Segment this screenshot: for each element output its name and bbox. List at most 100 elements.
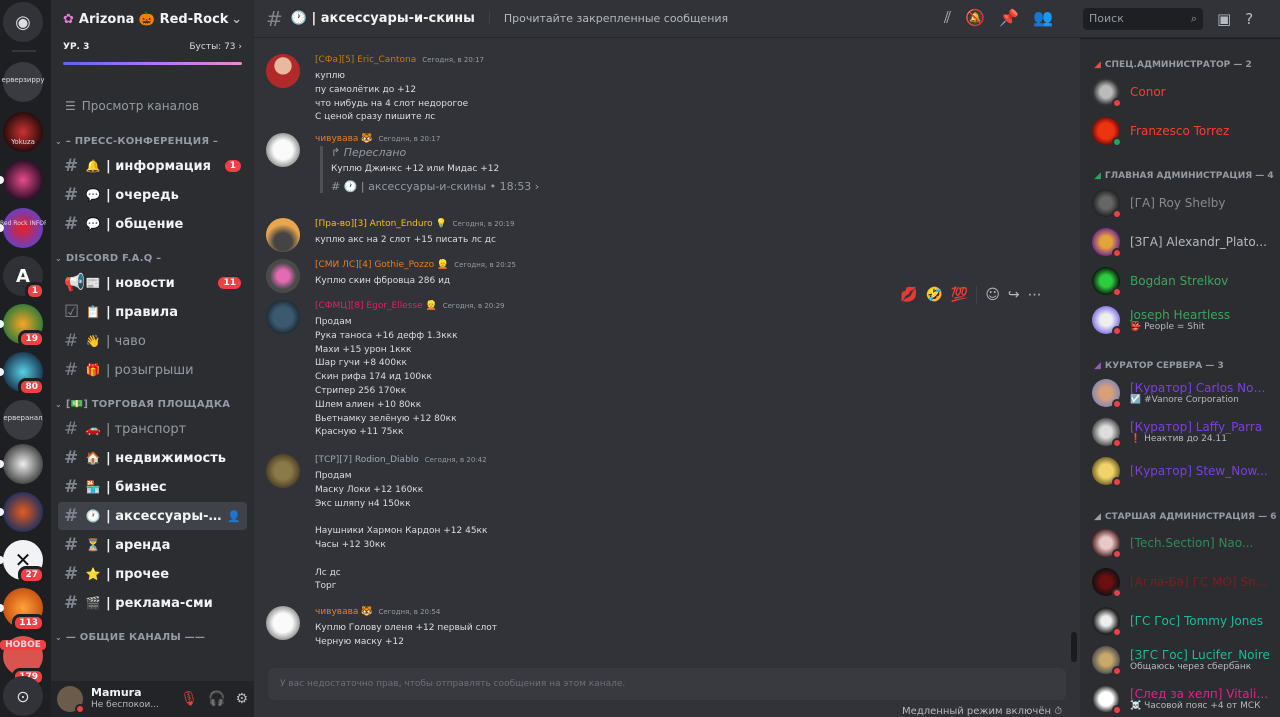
server-icon[interactable]: ерверзирру — [2, 62, 44, 102]
server-icon[interactable]: НОВОЕ179 — [0, 636, 46, 686]
forwarded-message[interactable]: ↱ Переслано Куплю Джинкс +12 или Мидас +… — [320, 146, 550, 193]
scrollbar[interactable] — [1071, 632, 1077, 662]
notification-bell-muted-icon[interactable]: 🔕 — [965, 8, 985, 28]
message-author[interactable]: [ТСР][7] Rodion_Diablo — [315, 455, 419, 465]
member-item[interactable]: [Куратор] Laffy_Parra ❗ Неактив до 24.11 — [1092, 418, 1276, 448]
add-reaction-icon[interactable]: ☺ — [985, 287, 1000, 303]
pin-icon[interactable]: 📌 — [999, 8, 1019, 28]
member-item[interactable]: [ГА] Roy Shelby — [1092, 189, 1276, 219]
category-header[interactable]: ⌄ – ПРЕСС-КОНФЕРЕНЦИЯ – — [51, 127, 254, 152]
mention-badge: 27 — [18, 566, 45, 584]
channel-item[interactable]: 📢 📰 | новости 11 — [58, 269, 247, 297]
member-item[interactable]: Franzesco Torrez — [1092, 117, 1276, 147]
browse-channels[interactable]: ☰ Просмотр каналов — [65, 91, 254, 121]
message-header: [ТСР][7] Rodion_Diablo Сегодня, в 20:42 — [315, 455, 487, 465]
channel-item[interactable]: # 🚗 | транспорт — [58, 415, 247, 443]
mention-badge: 113 — [12, 614, 45, 632]
mute-mic-icon[interactable]: 🎙 — [180, 691, 198, 707]
server-icon[interactable] — [0, 492, 43, 532]
member-item[interactable]: [ГС Гос] Tommy Jones — [1092, 607, 1276, 637]
reaction-button[interactable]: 💯 — [951, 287, 968, 303]
channel-item-active[interactable]: # 🕐 | аксессуары-и-... 👤 — [58, 502, 247, 530]
forward-icon[interactable]: ↪ — [1008, 287, 1020, 303]
channel-topic[interactable]: Прочитайте закрепленные сообщения — [488, 12, 728, 25]
message-author[interactable]: чивувава 🐯 — [315, 607, 373, 617]
invite-user-icon[interactable]: 👤 — [227, 510, 241, 523]
member-item[interactable]: [Агла-Ба] ГС МО] Sn... — [1092, 568, 1276, 598]
more-options-icon[interactable]: ⋯ — [1028, 287, 1042, 303]
member-list-icon[interactable]: 👥 — [1033, 8, 1053, 28]
avatar[interactable] — [266, 454, 300, 488]
discover-button[interactable]: ⊙ — [3, 676, 43, 716]
member-item[interactable]: Joseph Heartless 👺 People = Shit — [1092, 306, 1276, 336]
member-item[interactable]: Bogdan Strelkov — [1092, 267, 1276, 297]
avatar[interactable] — [266, 300, 300, 334]
inbox-icon[interactable]: ▣ — [1217, 10, 1231, 28]
avatar — [1092, 607, 1122, 637]
avatar[interactable] — [57, 686, 85, 714]
search-input[interactable]: Поиск ⌕ — [1083, 7, 1203, 30]
server-icon[interactable]: ✕ 27 — [0, 540, 45, 584]
avatar — [1092, 306, 1122, 336]
avatar[interactable] — [266, 54, 300, 88]
gear-icon[interactable]: ⚙ — [235, 691, 248, 707]
member-item[interactable]: Conor — [1092, 78, 1276, 108]
reaction-button[interactable]: 🤣 — [925, 287, 942, 303]
message-content: Куплю скин фбровца 286 ид — [315, 276, 451, 286]
category-header[interactable]: ⌄ — ОБЩИЕ КАНАЛЫ —— — [51, 623, 254, 648]
hash-icon: # — [64, 419, 79, 439]
message-author[interactable]: чивувава 🐯 — [315, 134, 373, 144]
threads-icon[interactable]: ⫽ — [944, 8, 951, 28]
avatar[interactable] — [266, 133, 300, 167]
avatar[interactable] — [266, 259, 300, 293]
server-icon[interactable] — [0, 444, 43, 484]
channel-item[interactable]: # 🎬 | реклама-сми — [58, 589, 247, 617]
server-icon[interactable]: Red Rock INFORMAL — [0, 208, 46, 248]
channel-item[interactable]: # 👋 | чаво — [58, 327, 247, 355]
member-item[interactable]: [Tech.Section] Nao... — [1092, 529, 1276, 559]
message-author[interactable]: [СФМЦ][8] Egor_Ellesse 👱 — [315, 301, 437, 311]
server-icon[interactable]: A1 — [3, 256, 45, 300]
server-icon[interactable]: 80 — [0, 352, 45, 396]
avatar[interactable] — [266, 606, 300, 640]
member-item[interactable]: [Куратор] Carlos Now... ☑️ #Vanore Corpor… — [1092, 379, 1276, 409]
channel-item[interactable]: # 🏪 | бизнес — [58, 473, 247, 501]
member-item[interactable]: [Куратор] Stew_Now... — [1092, 457, 1276, 487]
channel-item[interactable]: # 💬 | очередь — [58, 181, 247, 209]
home-button[interactable]: ◉ — [3, 2, 43, 42]
server-icon[interactable]: 113 — [0, 588, 45, 632]
channel-item[interactable]: # 🔔 | информация 1 — [58, 152, 247, 180]
dnd-status-icon — [1112, 399, 1122, 409]
forward-source-link[interactable]: # 🕐 | аксессуары-и-скины • 18:53 › — [331, 180, 550, 193]
member-item[interactable]: [ЗГА] Alexandr_Plato... — [1092, 228, 1276, 258]
help-icon[interactable]: ? — [1245, 10, 1253, 28]
channel-item[interactable]: # 💬 | общение — [58, 210, 247, 238]
server-icon[interactable]: Yokuza — [3, 112, 43, 152]
avatar — [1092, 117, 1122, 147]
boost-progress[interactable]: УР. 3 Бусты: 73 › — [51, 38, 254, 65]
reaction-button[interactable]: 💋 — [900, 287, 917, 303]
channel-item[interactable]: ☑ 📋 | правила — [58, 298, 247, 326]
message-header: [СФа][5] Eric_Cantona Сегодня, в 20:17 — [315, 55, 484, 65]
hash-icon: # — [64, 564, 79, 584]
message-author[interactable]: [Пра-во][3] Anton_Enduro 💡 — [315, 219, 447, 229]
message-author[interactable]: [СМИ ЛС][4] Gothie_Pozzo 👱 — [315, 260, 448, 270]
server-icon[interactable] — [0, 160, 43, 200]
member-item[interactable]: [След за хелп] Vitalik... ☠️ Часовой пояс… — [1092, 685, 1276, 715]
member-item[interactable]: [ЗГС Гос] Lucifer_Noire Общаюсь через сбе… — [1092, 646, 1276, 676]
channel-item[interactable]: # ⏳ | аренда — [58, 531, 247, 559]
server-header[interactable]: ✿ Arizona 🎃 Red-Rock ⌄ — [51, 0, 254, 38]
server-icon[interactable]: ерверанал — [3, 400, 43, 440]
message-author[interactable]: [СФа][5] Eric_Cantona — [315, 55, 416, 65]
category-header[interactable]: ⌄ [💵] ТОРГОВАЯ ПЛОЩАДКА — [51, 390, 254, 415]
channel-item[interactable]: # ⭐ | прочее — [58, 560, 247, 588]
server-icon[interactable]: 19 — [0, 304, 45, 348]
channel-item[interactable]: # 🎁 | розыгрыши — [58, 356, 247, 384]
category-header[interactable]: ⌄ DISCORD F.A.Q – — [51, 244, 254, 269]
megaphone-icon: 📢 — [64, 273, 86, 293]
avatar[interactable] — [266, 218, 300, 252]
avatar — [1092, 568, 1122, 598]
channel-item[interactable]: # 🏠 | недвижимость — [58, 444, 247, 472]
user-info[interactable]: Mamura Не беспокои... — [91, 687, 159, 711]
headphones-icon[interactable]: 🎧 — [208, 691, 225, 707]
